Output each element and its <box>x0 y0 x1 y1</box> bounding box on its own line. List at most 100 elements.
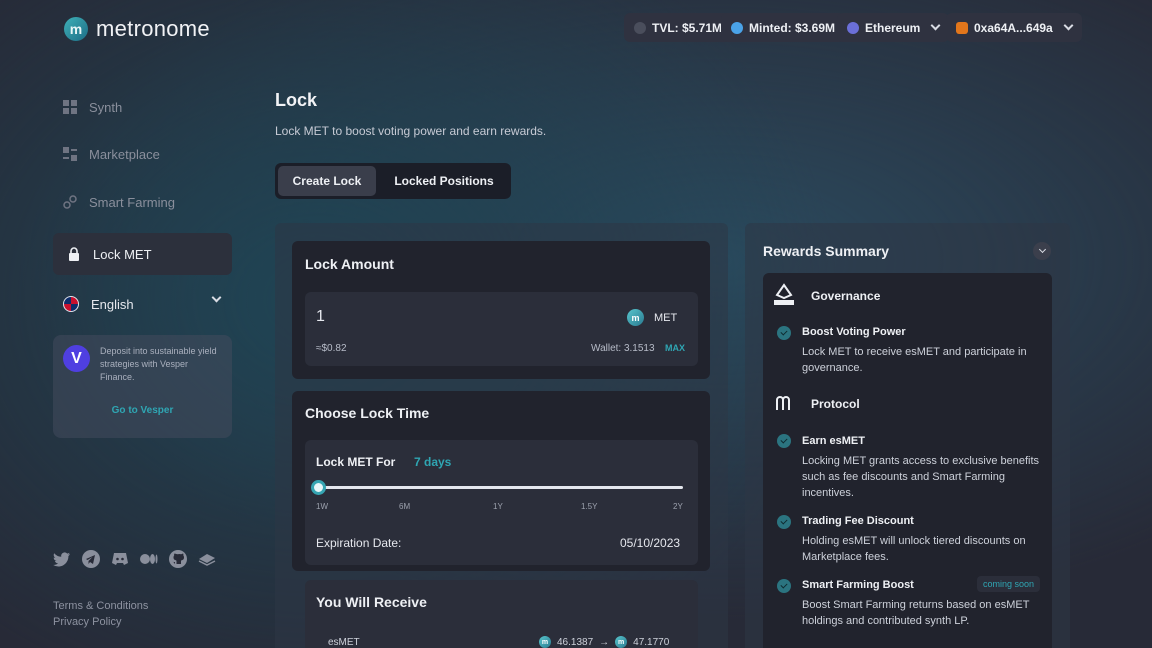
sidebar-item-label: Synth <box>89 99 123 115</box>
rewards-title: Rewards Summary <box>763 243 890 259</box>
tvl-value: TVL: $5.71M <box>652 20 723 35</box>
wallet-balance: Wallet: 3.1513 <box>591 343 655 354</box>
sidebar-item-label: Marketplace <box>89 146 160 162</box>
esmet-token-icon: m <box>539 636 551 648</box>
reward-item-desc: Holding esMET will unlock tiered discoun… <box>802 535 1026 563</box>
metronome-logo-icon: m <box>64 17 88 41</box>
uk-flag-icon <box>63 296 79 312</box>
page-title: Lock <box>275 90 318 110</box>
reward-item-desc: Lock MET to receive esMET and participat… <box>802 346 1027 374</box>
privacy-link[interactable]: Privacy Policy <box>53 616 121 628</box>
chevron-down-icon <box>211 292 222 303</box>
reward-item-title: Boost Voting Power <box>802 326 906 338</box>
coming-soon-badge: coming soon <box>977 576 1041 592</box>
vesper-logo-icon: V <box>63 345 90 372</box>
sidebar-item-label: Smart Farming <box>89 194 175 210</box>
receive-title: You Will Receive <box>316 594 427 610</box>
brand-logo[interactable]: m metronome <box>64 16 210 42</box>
twitter-icon[interactable] <box>53 550 71 568</box>
reward-item-title: Smart Farming Boost <box>802 579 914 591</box>
sidebar-item-label: Lock MET <box>93 246 152 262</box>
gitbook-icon[interactable] <box>198 550 216 568</box>
check-icon <box>777 579 791 593</box>
receive-to: 47.1770 <box>633 636 670 648</box>
github-icon[interactable] <box>169 550 187 568</box>
slider-tick-label: 1Y <box>493 502 503 511</box>
minted-value: Minted: $3.69M <box>749 20 836 35</box>
brand-name: metronome <box>96 16 210 41</box>
token-label: m MET <box>627 309 677 326</box>
lock-amount-title: Lock Amount <box>305 256 394 272</box>
governance-icon <box>773 283 795 312</box>
wallet-address: 0xa64A...649a <box>974 20 1053 35</box>
protocol-title: Protocol <box>811 397 860 411</box>
esmet-token-icon: m <box>615 636 628 648</box>
reward-item-desc: Boost Smart Farming returns based on esM… <box>802 599 1030 627</box>
social-links <box>53 550 216 568</box>
terms-link[interactable]: Terms & Conditions <box>53 600 148 612</box>
lock-icon <box>67 247 81 261</box>
amount-input[interactable]: 1 <box>316 308 325 326</box>
expiration-label: Expiration Date: <box>316 536 402 550</box>
sidebar-item-synth[interactable]: Synth <box>53 86 232 128</box>
max-button[interactable]: MAX <box>665 343 685 353</box>
tvl-chip: TVL: $5.71M <box>624 13 733 42</box>
marketplace-icon <box>63 147 77 161</box>
language-selector[interactable]: English <box>53 289 232 319</box>
sidebar-item-smart-farming[interactable]: Smart Farming <box>53 181 232 223</box>
expiration-date: 05/10/2023 <box>620 536 681 550</box>
check-icon <box>777 434 791 448</box>
minted-chip: Minted: $3.69M <box>721 13 846 42</box>
met-token-icon: m <box>627 309 644 326</box>
lock-time-slider-handle[interactable] <box>311 480 326 495</box>
wallet-button[interactable]: 0xa64A...649a <box>946 13 1082 42</box>
lock-duration: 7 days <box>414 455 452 469</box>
lock-for-label: Lock MET For <box>316 455 396 469</box>
slider-tick-label: 2Y <box>673 502 683 511</box>
receive-from: 46.1387 <box>557 636 594 648</box>
network-selector[interactable]: Ethereum <box>837 13 950 42</box>
slider-tick-label: 1.5Y <box>581 502 598 511</box>
metamask-icon <box>956 21 968 34</box>
receive-amounts: m 46.1387 → m 47.1770 <box>539 636 669 648</box>
chevron-down-icon <box>930 20 941 31</box>
vesper-promo-text: Deposit into sustainable yield strategie… <box>100 346 217 382</box>
grid-icon <box>63 100 77 114</box>
protocol-icon <box>775 396 795 417</box>
vesper-promo-card: V Deposit into sustainable yield strateg… <box>53 335 232 438</box>
lock-time-slider-track[interactable] <box>318 486 683 489</box>
lock-time-title: Choose Lock Time <box>305 405 430 421</box>
go-to-vesper-link[interactable]: Go to Vesper <box>53 405 232 416</box>
token-symbol: MET <box>654 311 678 324</box>
discord-icon[interactable] <box>111 550 129 568</box>
amount-input-box[interactable] <box>305 292 698 366</box>
arrow-right-icon: → <box>599 636 610 648</box>
chevron-down-icon <box>1038 245 1046 254</box>
sidebar-item-lock-met[interactable]: Lock MET <box>53 233 232 275</box>
sidebar-item-marketplace[interactable]: Marketplace <box>53 133 232 175</box>
slider-tick-label: 6M <box>399 502 411 511</box>
usd-value: ≈$0.82 <box>316 343 347 354</box>
slider-tick-label: 1W <box>316 502 328 511</box>
collapse-button[interactable] <box>1033 242 1051 260</box>
trend-icon <box>634 21 646 34</box>
reward-item-title: Trading Fee Discount <box>802 515 914 527</box>
reward-item-desc: Locking MET grants access to exclusive b… <box>802 455 1040 499</box>
lock-tabs: Create Lock Locked Positions <box>275 163 511 199</box>
receive-token: esMET <box>328 637 360 648</box>
language-label: English <box>91 296 134 312</box>
link-icon <box>63 195 77 209</box>
page-subtitle: Lock MET to boost voting power and earn … <box>275 124 547 138</box>
check-icon <box>777 515 791 529</box>
coin-icon <box>731 21 743 34</box>
telegram-icon[interactable] <box>82 550 100 568</box>
medium-icon[interactable] <box>140 550 158 568</box>
chevron-down-icon <box>1063 20 1074 31</box>
ethereum-icon <box>847 21 859 34</box>
tab-locked-positions[interactable]: Locked Positions <box>380 166 508 196</box>
reward-item-title: Earn esMET <box>802 435 865 447</box>
check-icon <box>777 326 791 340</box>
network-name: Ethereum <box>865 20 921 35</box>
governance-title: Governance <box>811 289 881 303</box>
tab-create-lock[interactable]: Create Lock <box>278 166 376 196</box>
